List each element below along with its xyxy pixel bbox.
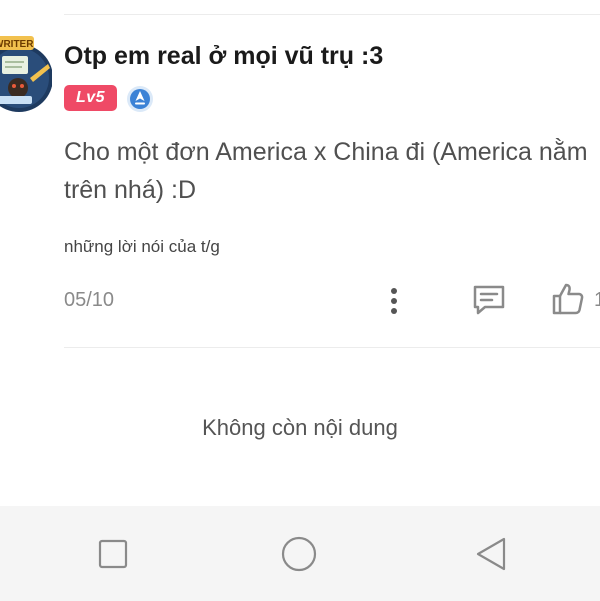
post-date: 05/10: [64, 289, 115, 311]
like-count: 1: [594, 289, 600, 311]
end-of-content-label: Không còn nội dung: [202, 415, 398, 440]
triangle-back-icon: [476, 537, 506, 571]
system-nav-bar: [0, 506, 600, 601]
comment-text: Cho một đơn America x China đi (America …: [64, 138, 588, 204]
circle-icon: [281, 536, 317, 572]
verified-badge-icon: [126, 85, 154, 113]
thumbs-up-icon: [552, 283, 584, 315]
comment-icon: [473, 285, 505, 315]
home-button[interactable]: [281, 536, 317, 572]
top-divider: [64, 14, 600, 15]
bottom-divider: [64, 347, 600, 348]
svg-text:WRITER: WRITER: [0, 39, 34, 50]
like-button[interactable]: [550, 281, 586, 317]
more-dot: [391, 308, 397, 314]
author-note[interactable]: những lời nói của t/g: [64, 237, 220, 257]
more-options-button[interactable]: [384, 284, 404, 318]
back-button[interactable]: [472, 536, 508, 572]
more-dot: [391, 298, 397, 304]
username[interactable]: Otp em real ở mọi vũ trụ :3: [64, 42, 383, 71]
more-vertical-icon: [391, 288, 397, 294]
reply-button[interactable]: [471, 283, 507, 317]
user-avatar[interactable]: WRITER: [0, 34, 53, 114]
recent-apps-button[interactable]: [95, 536, 131, 572]
level-badge: Lv5: [64, 85, 117, 111]
square-icon: [98, 539, 128, 569]
